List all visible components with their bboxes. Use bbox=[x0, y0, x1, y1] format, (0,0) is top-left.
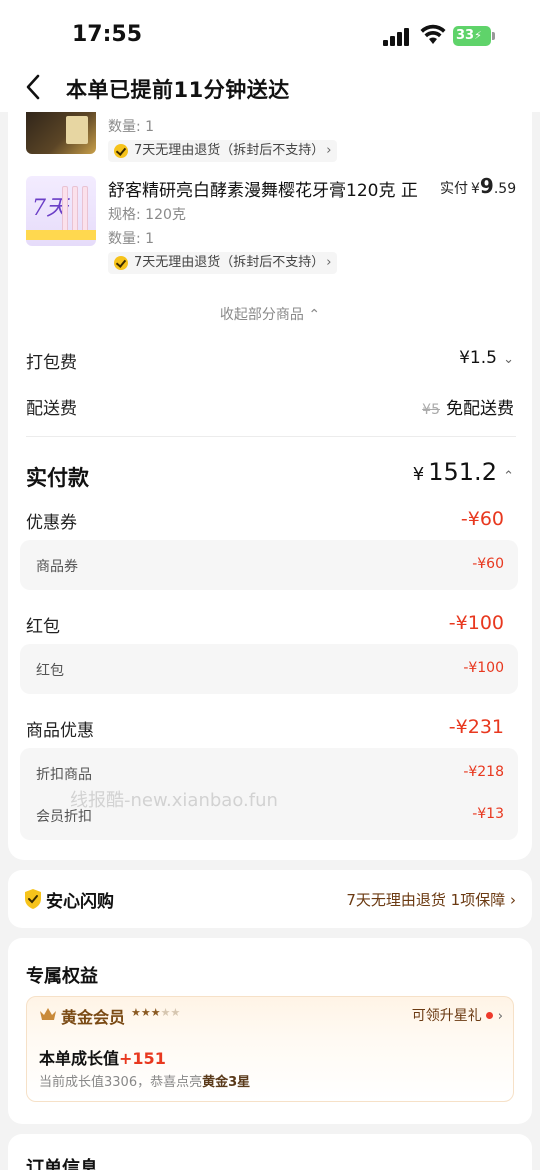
star-icon: ★ bbox=[150, 1006, 161, 1019]
back-arrow-icon[interactable] bbox=[22, 72, 46, 102]
order-info-title: 订单信息 bbox=[26, 1158, 98, 1170]
page-title: 本单已提前11分钟送达 bbox=[66, 78, 290, 102]
benefits-title: 专属权益 bbox=[26, 966, 98, 987]
item-paid-price: ¥9.59 bbox=[471, 174, 517, 198]
star-icon: ★ bbox=[170, 1006, 181, 1019]
coupon-detail-box: 商品券 -¥60 bbox=[20, 540, 518, 590]
star-icon: ★ bbox=[131, 1006, 141, 1019]
assurance-card[interactable]: 安心闪购 7天无理由退货 1项保障 › bbox=[8, 870, 532, 928]
delivery-fee-value: ¥5 免配送费 bbox=[422, 399, 514, 419]
red-packet-detail-label: 红包 bbox=[36, 663, 64, 679]
coupon-detail-value: -¥60 bbox=[472, 556, 504, 572]
red-packet-detail-box: 红包 -¥100 bbox=[20, 644, 518, 694]
member-stars: ★★★★★ bbox=[131, 1006, 180, 1019]
delivery-fee-label: 配送费 bbox=[26, 399, 77, 419]
member-discount-value: -¥13 bbox=[472, 806, 504, 822]
order-detail-card: 数量: 1 7天无理由退货（拆封后不支持） › 7天 舒客精研亮白酵素漫舞樱花牙膏… bbox=[8, 112, 532, 860]
check-badge-icon bbox=[114, 256, 128, 270]
product-discount-label: 商品优惠 bbox=[26, 721, 94, 741]
collapse-items-button[interactable]: 收起部分商品 ⌃ bbox=[8, 304, 532, 324]
discount-item-label: 折扣商品 bbox=[36, 767, 92, 783]
assurance-title: 安心闪购 bbox=[46, 892, 114, 912]
discount-item-value: -¥218 bbox=[463, 764, 504, 780]
red-packet-value: -¥100 bbox=[448, 612, 504, 634]
return-policy-tag[interactable]: 7天无理由退货（拆封后不支持） › bbox=[108, 140, 338, 162]
order-info-card: 订单信息 bbox=[8, 1134, 532, 1170]
member-badge-icon bbox=[40, 1008, 56, 1020]
coupon-detail-label: 商品券 bbox=[36, 559, 78, 575]
check-badge-icon bbox=[114, 144, 128, 158]
return-policy-label: 7天无理由退货（拆封后不支持） bbox=[134, 143, 325, 158]
status-time: 17:55 bbox=[72, 22, 143, 47]
wifi-icon bbox=[420, 24, 446, 44]
battery-level: 33 bbox=[456, 28, 475, 43]
coupon-label: 优惠券 bbox=[26, 513, 77, 533]
product-name[interactable]: 舒客精研亮白酵素漫舞樱花牙膏120克 正 bbox=[108, 176, 418, 201]
red-packet-detail-value: -¥100 bbox=[463, 660, 504, 676]
shield-icon bbox=[25, 889, 41, 909]
growth-value: 本单成长值+151 bbox=[39, 1049, 166, 1068]
total-paid-label: 实付款 bbox=[26, 466, 89, 490]
notification-dot-icon bbox=[485, 1012, 493, 1019]
cellular-signal-icon bbox=[383, 28, 411, 46]
member-level-name: 黄金会员 bbox=[61, 1008, 126, 1027]
packing-fee-label: 打包费 bbox=[26, 353, 77, 373]
battery-icon: 33⚡ bbox=[453, 26, 495, 46]
assurance-link[interactable]: 7天无理由退货 1项保障 › bbox=[346, 889, 516, 910]
gold-member-box[interactable]: 黄金会员 ★★★★★ 可领升星礼 › 本单成长值+151 当前成长值3306，恭喜… bbox=[26, 996, 514, 1102]
item-quantity: 数量: 1 bbox=[108, 119, 155, 135]
product-discount-value: -¥231 bbox=[448, 716, 504, 738]
product-thumbnail[interactable]: 7天 bbox=[26, 176, 96, 246]
star-icon: ★ bbox=[140, 1006, 151, 1019]
status-bar: 17:55 33⚡ bbox=[0, 0, 540, 64]
packing-fee-value[interactable]: ¥1.5 ⌄ bbox=[459, 348, 514, 368]
nav-bar: 本单已提前11分钟送达 bbox=[0, 64, 540, 112]
item-quantity: 数量: 1 bbox=[108, 231, 155, 247]
coupon-value: -¥60 bbox=[460, 508, 504, 530]
item-spec: 规格: 120克 bbox=[108, 207, 186, 223]
growth-description: 当前成长值3306，恭喜点亮黄金3星 bbox=[39, 1075, 251, 1090]
return-policy-tag[interactable]: 7天无理由退货（拆封后不支持） › bbox=[108, 252, 338, 274]
return-policy-label: 7天无理由退货（拆封后不支持） bbox=[134, 255, 325, 270]
upgrade-gift-link[interactable]: 可领升星礼 › bbox=[412, 1005, 503, 1025]
red-packet-label: 红包 bbox=[26, 617, 60, 637]
divider bbox=[26, 436, 516, 437]
product-thumbnail[interactable] bbox=[26, 112, 96, 154]
total-paid-value[interactable]: ¥151.2 ⌃ bbox=[413, 458, 514, 486]
star-icon: ★ bbox=[160, 1006, 171, 1019]
watermark: 线报酷-new.xianbao.fun bbox=[70, 790, 278, 811]
paid-label: 实付 bbox=[440, 181, 468, 197]
benefits-card: 专属权益 黄金会员 ★★★★★ 可领升星礼 › 本单成长值+151 当前成长值33… bbox=[8, 938, 532, 1124]
